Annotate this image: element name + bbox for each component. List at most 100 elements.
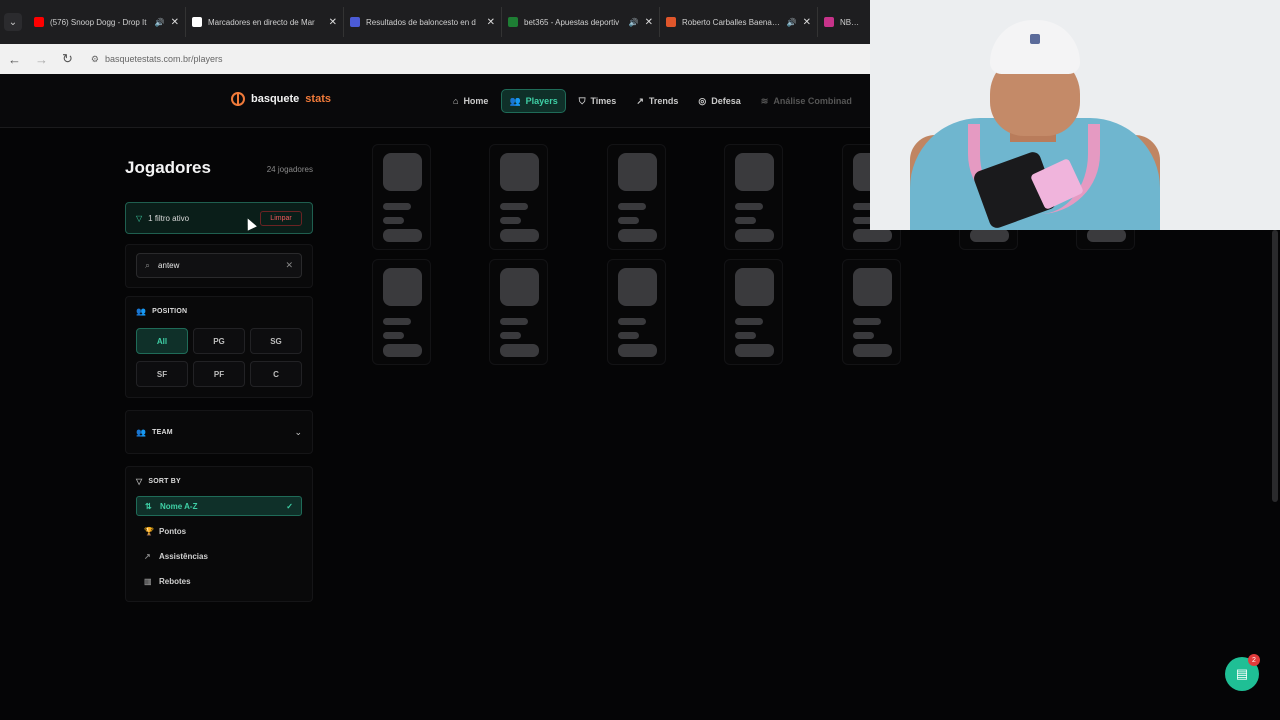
browser-tab[interactable]: NBA Stat <box>818 7 866 37</box>
browser-tab[interactable]: Marcadores en directo de Mar ✕ <box>186 7 344 37</box>
nav-trends[interactable]: ↗ Trends <box>629 89 685 113</box>
nav-label: Defesa <box>711 96 741 106</box>
sort-header: ▽ SORT BY <box>136 477 302 486</box>
browser-tab[interactable]: bet365 - Apuestas deportiv 🔊 ✕ <box>502 7 660 37</box>
app-navbar: basquete stats ⌂ Home 👥 Players ⛉ Times ↗ Tr… <box>0 74 870 128</box>
position-sg-button[interactable]: SG <box>250 328 302 354</box>
nav-analise[interactable]: ≋ Análise Combinad <box>754 89 859 113</box>
filter-icon: ▽ <box>136 477 143 486</box>
position-panel: 👥 POSITION All PG SG SF PF C <box>125 296 313 398</box>
sort-option-label: Assistências <box>159 551 208 561</box>
players-count: 24 jogadores <box>266 165 313 174</box>
notification-badge: 2 <box>1248 654 1260 666</box>
tab-title: bet365 - Apuestas deportiv <box>524 17 620 27</box>
users-icon: 👥 <box>136 307 147 316</box>
close-tab-icon[interactable]: ✕ <box>645 17 653 28</box>
clear-filters-button[interactable]: Limpar <box>260 211 302 226</box>
chevron-down-icon[interactable]: ⌄ <box>294 427 302 438</box>
player-card-skeleton <box>724 259 783 365</box>
nav-label: Home <box>463 96 489 106</box>
layers-icon: ≋ <box>760 95 769 106</box>
close-tab-icon[interactable]: ✕ <box>803 17 811 28</box>
close-tab-icon[interactable]: ✕ <box>329 17 337 28</box>
position-grid: All PG SG SF PF C <box>136 328 302 387</box>
site-favicon-icon <box>350 17 360 27</box>
nav-links: ⌂ Home 👥 Players ⛉ Times ↗ Trends ◎ Defesa ≋ A… <box>446 89 859 113</box>
sort-option-rebounds[interactable]: ▥ Rebotes <box>136 571 302 591</box>
position-sf-button[interactable]: SF <box>136 361 188 387</box>
tab-title: Resultados de baloncesto en d <box>366 17 476 27</box>
back-icon[interactable]: ← <box>8 52 21 67</box>
player-card-skeleton <box>372 259 431 365</box>
address-bar: ← → ↻ ⚙ basquetestats.com.br/players <box>0 44 870 74</box>
nav-players[interactable]: 👥 Players <box>501 89 566 113</box>
sort-option-points[interactable]: 🏆 Pontos <box>136 521 302 541</box>
team-dropdown[interactable]: 👥 TEAM ⌄ <box>136 421 302 443</box>
sort-options: ⇅ Nome A-Z ✓ 🏆 Pontos ↗ Assistências ▥ Rebote… <box>136 496 302 591</box>
site-info-icon[interactable]: ⚙ <box>91 54 99 65</box>
nav-label: Times <box>590 96 617 106</box>
audio-icon[interactable]: 🔊 <box>155 18 165 27</box>
webcam-overlay <box>870 0 1280 230</box>
nav-label: Trends <box>648 96 679 106</box>
filter-icon: ▽ <box>136 213 143 223</box>
position-pg-button[interactable]: PG <box>193 328 245 354</box>
close-tab-icon[interactable]: ✕ <box>487 17 495 28</box>
position-all-button[interactable]: All <box>136 328 188 354</box>
forward-icon[interactable]: → <box>35 52 48 67</box>
team-panel[interactable]: 👥 TEAM ⌄ <box>125 410 313 454</box>
sort-option-assists[interactable]: ↗ Assistências <box>136 546 302 566</box>
sort-option-label: Pontos <box>159 526 187 536</box>
browser-tab[interactable]: Resultados de baloncesto en d ✕ <box>344 7 502 37</box>
nav-label: Análise Combinad <box>773 96 852 106</box>
clear-search-icon[interactable]: ✕ <box>285 260 293 271</box>
position-header: 👥 POSITION <box>136 307 302 316</box>
users-icon: 👥 <box>136 427 147 437</box>
brand-accent: stats <box>305 93 331 105</box>
player-card-skeleton <box>372 144 431 250</box>
browser-tab-bar: ⌄ (576) Snoop Dogg - Drop It 🔊 ✕ Marcado… <box>0 0 870 44</box>
sort-option-label: Rebotes <box>159 576 191 586</box>
sort-alpha-icon: ⇅ <box>145 501 152 511</box>
sort-option-name[interactable]: ⇅ Nome A-Z ✓ <box>136 496 302 516</box>
active-filter-bar: ▽ 1 filtro ativo Limpar <box>125 202 313 234</box>
target-icon: ◎ <box>698 95 707 106</box>
tab-list-chevron-icon[interactable]: ⌄ <box>4 13 22 31</box>
search-panel: ⌕ antew ✕ <box>125 244 313 288</box>
url-field[interactable]: ⚙ basquetestats.com.br/players <box>91 54 223 65</box>
audio-icon[interactable]: 🔊 <box>629 18 639 27</box>
trophy-icon: 🏆 <box>144 526 154 536</box>
close-tab-icon[interactable]: ✕ <box>171 17 179 28</box>
site-favicon-icon <box>666 17 676 27</box>
shield-icon: ⛉ <box>578 95 586 106</box>
page-scrollbar[interactable] <box>1272 230 1278 502</box>
tab-title: Marcadores en directo de Mar <box>208 17 315 27</box>
trend-icon: ↗ <box>636 95 644 106</box>
player-card-skeleton <box>489 259 548 365</box>
check-icon: ✓ <box>286 501 293 511</box>
site-favicon-icon <box>192 17 202 27</box>
position-pf-button[interactable]: PF <box>193 361 245 387</box>
position-header-label: POSITION <box>152 308 188 315</box>
search-value: antew <box>158 261 180 270</box>
audio-icon[interactable]: 🔊 <box>787 18 797 27</box>
nav-times[interactable]: ⛉ Times <box>572 89 624 113</box>
reload-icon[interactable]: ↻ <box>62 51 73 67</box>
tab-title: Roberto Carballes Baena - C <box>682 17 781 27</box>
browser-tab[interactable]: Roberto Carballes Baena - C 🔊 ✕ <box>660 7 818 37</box>
team-header: 👥 TEAM <box>136 428 173 437</box>
sort-panel: ▽ SORT BY ⇅ Nome A-Z ✓ 🏆 Pontos ↗ Assistência… <box>125 466 313 602</box>
sort-header-label: SORT BY <box>148 478 181 485</box>
browser-tab[interactable]: (576) Snoop Dogg - Drop It 🔊 ✕ <box>28 7 186 37</box>
search-input[interactable]: ⌕ antew ✕ <box>136 253 302 278</box>
filters-sidebar: Jogadores 24 jogadores ▽ 1 filtro ativo … <box>125 158 313 602</box>
brand-name: basquete <box>251 93 300 105</box>
team-header-label: TEAM <box>152 428 173 436</box>
position-c-button[interactable]: C <box>250 361 302 387</box>
clipboard-icon: ▤ <box>1235 666 1249 681</box>
nav-home[interactable]: ⌂ Home <box>446 89 495 113</box>
home-icon: ⌂ <box>453 96 459 106</box>
active-filter-label: 1 filtro ativo <box>148 213 190 223</box>
nav-defesa[interactable]: ◎ Defesa <box>691 89 747 113</box>
brand-logo[interactable]: basquete stats <box>231 92 331 106</box>
